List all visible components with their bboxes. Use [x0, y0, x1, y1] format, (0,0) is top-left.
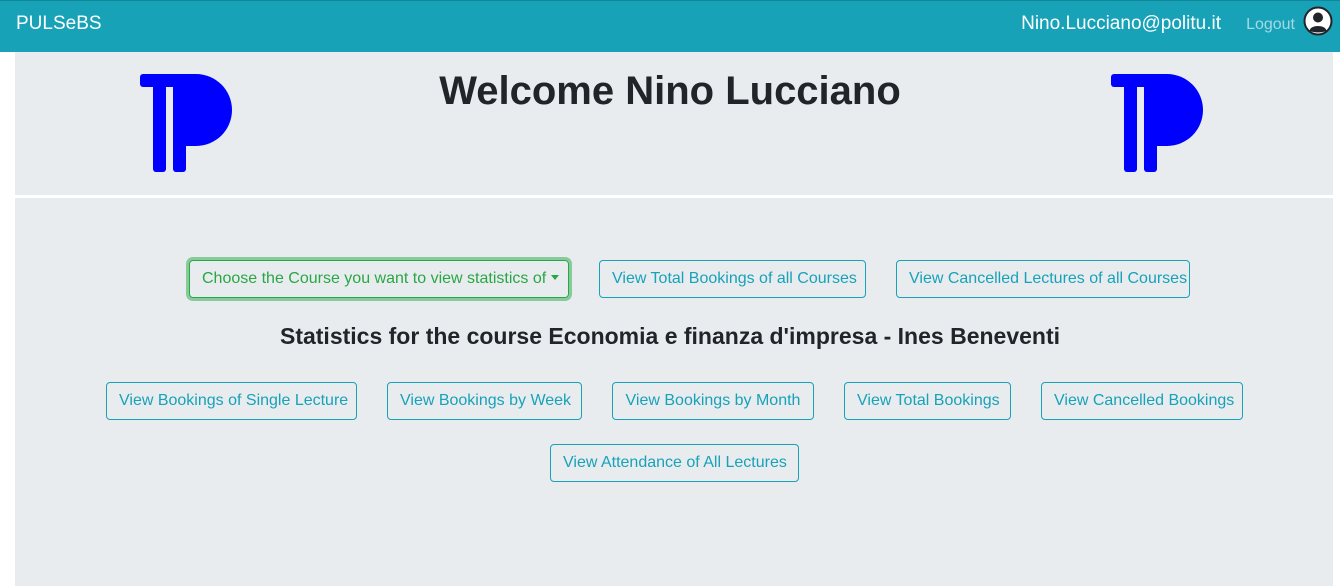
- view-total-bookings-button[interactable]: View Total Bookings: [844, 382, 1011, 420]
- logout-link[interactable]: Logout: [1246, 16, 1295, 34]
- view-cancelled-lectures-all-button[interactable]: View Cancelled Lectures of all Courses: [896, 260, 1190, 298]
- brand-link[interactable]: PULSeBS: [16, 13, 102, 35]
- user-circle-icon[interactable]: [1303, 6, 1333, 36]
- course-dropdown-button[interactable]: Choose the Course you want to view stati…: [189, 260, 569, 298]
- user-email: Nino.Lucciano@politu.it: [1021, 13, 1221, 34]
- view-attendance-all-lectures-button[interactable]: View Attendance of All Lectures: [550, 444, 799, 482]
- course-dropdown-label: Choose the Course you want to view stati…: [202, 270, 547, 287]
- view-total-bookings-all-button[interactable]: View Total Bookings of all Courses: [599, 260, 866, 298]
- stats-title: Statistics for the course Economia e fin…: [279, 323, 1061, 349]
- view-bookings-by-month-button[interactable]: View Bookings by Month: [612, 382, 814, 420]
- caret-down-icon: [551, 275, 560, 280]
- view-cancelled-bookings-button[interactable]: View Cancelled Bookings: [1041, 382, 1243, 420]
- polito-logo-right: [1111, 74, 1203, 172]
- view-bookings-by-week-button[interactable]: View Bookings by Week: [387, 382, 582, 420]
- view-bookings-single-lecture-button[interactable]: View Bookings of Single Lecture: [106, 382, 357, 420]
- navbar: PULSeBS Nino.Lucciano@politu.it Logout: [0, 0, 1340, 52]
